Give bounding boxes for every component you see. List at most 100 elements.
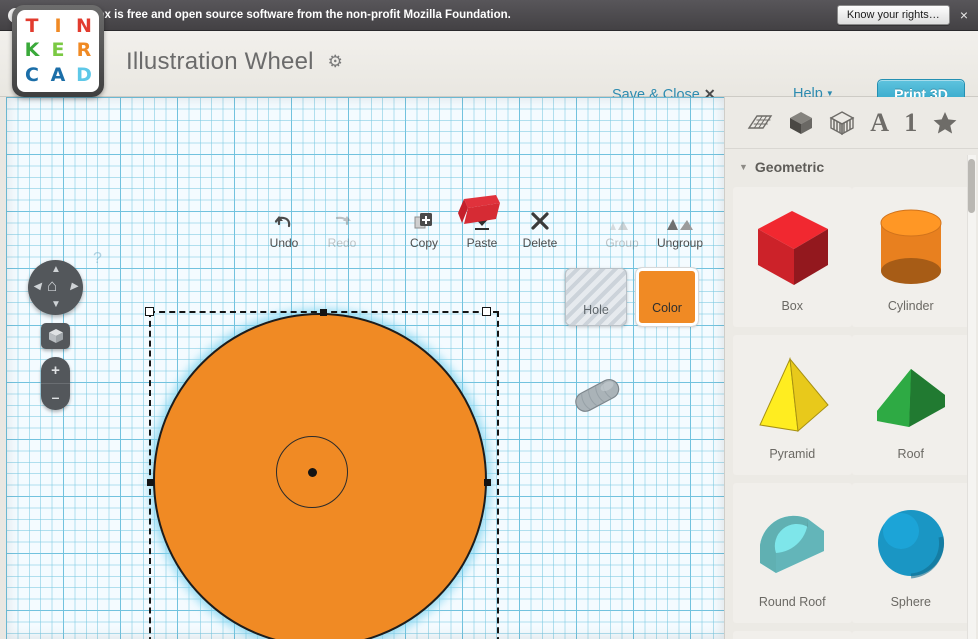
shape-item-cylinder[interactable]: Cylinder [851,187,970,327]
delete-icon [529,205,551,232]
tinkercad-logo[interactable]: TIN KER CAD [12,5,104,97]
shape-item-box[interactable]: Box [733,187,852,327]
logo-letter-i-1: I [54,14,62,37]
logo-letter-e-4: E [51,39,65,62]
chevron-down-icon: ▼ [739,162,748,172]
number-icon: 1 [904,107,918,137]
shape-inspector: Hole Color [565,267,699,327]
group-button[interactable]: Group [593,205,651,250]
favorites-star-icon-tab[interactable] [932,110,958,136]
workplane-grid-icon [747,114,772,129]
logo-letter-a-7: A [50,64,66,87]
clipboard-preview-box [456,193,501,229]
logo-letters: TIN KER CAD [17,10,99,92]
page-title: Illustration Wheel ⚙ [126,48,343,76]
paste-label: Paste [466,236,498,250]
resize-handle-right[interactable] [484,479,491,486]
close-icon[interactable]: × [960,7,968,23]
logo-letter-t-0: T [25,14,39,37]
design-canvas[interactable]: ? ▲ ▼ ◀ ▶ ⌂ + – Undo Redo Copy Paste Del… [0,97,724,639]
shape-label: Round Roof [758,595,826,609]
group-icon [609,205,635,232]
hole-swatch-button[interactable]: Hole [565,268,627,326]
logo-letter-r-5: R [76,39,92,62]
fit-view-button[interactable] [41,323,70,349]
group-label: Group [605,236,639,250]
shape-item-round-roof[interactable]: Round Roof [733,483,852,623]
logo-letter-c-6: C [25,64,39,87]
resize-handle-top-right[interactable] [482,307,491,316]
text-icon: A [870,107,889,137]
shape-label: Box [781,299,804,313]
pattern-cube-icon [829,110,855,135]
shape-item-sphere[interactable]: Sphere [851,483,970,623]
pan-up-icon[interactable]: ▲ [51,265,61,275]
shape-library-tabs: A 1 [725,97,978,149]
shape-label: Sphere [890,595,931,609]
help-marker[interactable]: ? [93,250,102,268]
undo-label: Undo [269,236,299,250]
shape-grid: Box Cylinder Pyramid Roof Round Roof Sphere We… [725,183,978,639]
redo-button[interactable]: Redo [313,205,371,250]
pan-left-icon[interactable]: ◀ [33,282,41,292]
shape-item-wedge[interactable]: Wedge [733,631,852,639]
copy-label: Copy [409,236,438,250]
redo-icon [332,205,352,232]
ungroup-button[interactable]: Ungroup [651,205,709,250]
shape-library-panel: A 1 ▼ Geometric Box Cylinder Pyramid Roof Ro… [724,97,978,639]
delete-button[interactable]: Delete [511,205,569,250]
shape-item-cone[interactable]: Cone [851,631,970,639]
resize-handle-top-left[interactable] [145,307,154,316]
view-navigation-pad[interactable]: ▲ ▼ ◀ ▶ ⌂ [28,260,83,315]
shape-category-label: Geometric [754,159,825,175]
copy-button[interactable]: Copy [395,205,453,250]
pan-right-icon[interactable]: ▶ [70,282,78,292]
app-header: Illustration Wheel ⚙ Save & Close ✕ Help ▼… [0,31,978,108]
shape-item-roof[interactable]: Roof [851,335,970,475]
roof-shape-icon [865,345,957,445]
logo-letter-n-2: N [76,14,92,37]
cube-fit-icon [48,329,63,343]
shape-item-pyramid[interactable]: Pyramid [733,335,852,475]
shape-category-header[interactable]: ▼ Geometric [725,149,978,183]
undo-button[interactable]: Undo [255,205,313,250]
tinkercad-app: i Mozilla Firefox is free and open sourc… [0,0,978,639]
logo-letter-k-3: K [24,39,40,62]
cylinder-shape-icon [865,197,957,297]
delete-label: Delete [522,236,558,250]
favorites-star-icon [933,111,957,133]
sphere-shape-icon [865,493,957,593]
box-shape-icon [746,197,838,297]
zoom-controls[interactable]: + – [41,357,70,410]
pattern-cube-icon-tab[interactable] [829,110,855,136]
gray-capsule[interactable] [566,378,628,412]
home-icon[interactable]: ⌂ [47,277,57,294]
zoom-out-button[interactable]: – [41,383,70,409]
gear-icon[interactable]: ⚙ [328,52,343,72]
selection-bounding-box [149,311,499,639]
pyramid-shape-icon [746,345,838,445]
shape-label: Roof [897,447,924,461]
number-icon-tab[interactable]: 1 [904,108,917,138]
color-swatch-button[interactable]: Color [635,267,699,327]
resize-handle-top[interactable] [320,309,327,316]
solid-cube-icon-tab[interactable] [788,110,814,136]
shape-panel-scroll-thumb[interactable] [968,159,975,213]
browser-notification-bar: i Mozilla Firefox is free and open sourc… [0,0,978,31]
pan-down-icon[interactable]: ▼ [51,300,61,310]
shape-label: Pyramid [769,447,816,461]
project-name: Illustration Wheel [126,48,314,75]
roundroof-shape-icon [746,493,838,593]
zoom-in-button[interactable]: + [41,357,70,383]
resize-handle-left[interactable] [147,479,154,486]
ungroup-label: Ungroup [656,236,704,250]
shape-label: Cylinder [887,299,934,313]
selected-object-group[interactable] [136,303,502,639]
copy-icon [413,205,435,232]
undo-icon [274,205,294,232]
text-icon-tab[interactable]: A [870,108,889,138]
shape-panel-scrollbar[interactable] [967,155,976,639]
logo-letter-d-8: D [76,64,92,87]
workplane-grid-icon-tab[interactable] [745,110,773,136]
know-your-rights-button[interactable]: Know your rights… [836,5,950,25]
